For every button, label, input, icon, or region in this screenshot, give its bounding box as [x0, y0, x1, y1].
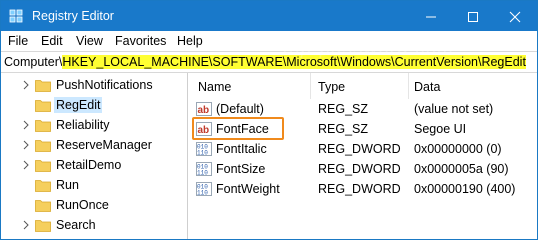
close-icon: [509, 11, 521, 23]
registry-editor-window: Registry Editor File Edit View Favorites…: [0, 0, 538, 240]
value-type: REG_DWORD: [318, 162, 401, 176]
value-row[interactable]: 010 110 FontItalic REG_DWORD 0x00000000 (…: [190, 139, 537, 159]
value-data: 0x00000000 (0): [414, 142, 502, 156]
chevron-right-icon[interactable]: [21, 80, 31, 90]
close-button[interactable]: [495, 9, 535, 27]
column-divider[interactable]: [408, 73, 409, 99]
tree-item-retaildemo[interactable]: RetailDemo: [1, 155, 187, 175]
tree-item-pushnotifications[interactable]: PushNotifications: [1, 75, 187, 95]
watermark: top-password.com: [283, 38, 455, 59]
tree-item-label: RunOnce: [56, 198, 109, 212]
svg-text:ab: ab: [198, 105, 210, 116]
fontface-callout-box: [192, 117, 284, 140]
folder-icon: [35, 200, 51, 212]
chevron-right-icon[interactable]: [21, 160, 31, 170]
folder-icon: [35, 140, 51, 152]
value-type: REG_SZ: [318, 102, 369, 116]
string-value-icon: ab: [196, 102, 212, 116]
menu-file[interactable]: File: [8, 34, 28, 48]
value-row[interactable]: 010 110 FontWeight REG_DWORD 0x00000190 (…: [190, 179, 537, 199]
registry-editor-app-icon: [9, 9, 23, 23]
column-divider[interactable]: [310, 73, 311, 99]
tree-item-label: RegEdit: [54, 97, 103, 113]
svg-text:110: 110: [197, 170, 208, 177]
value-row[interactable]: 010 110 FontSize REG_DWORD 0x0000005a (90…: [190, 159, 537, 179]
folder-icon: [35, 120, 51, 132]
folder-icon: [35, 80, 51, 92]
value-name: FontWeight: [216, 182, 280, 196]
value-name: FontSize: [216, 162, 266, 176]
folder-icon: [35, 220, 51, 232]
minimize-icon: [426, 16, 436, 18]
menu-help[interactable]: Help: [177, 34, 203, 48]
menu-favorites[interactable]: Favorites: [115, 34, 166, 48]
value-data: (value not set): [414, 102, 494, 116]
maximize-icon: [468, 12, 478, 22]
registry-key-tree: PushNotifications RegEdit Reliability Re…: [1, 73, 188, 239]
column-header-data[interactable]: Data: [414, 80, 440, 94]
address-bar[interactable]: Computer\HKEY_LOCAL_MACHINE\SOFTWARE\Mic…: [1, 51, 537, 73]
tree-item-run[interactable]: Run: [1, 175, 187, 195]
dword-value-icon: 010110: [196, 182, 212, 196]
svg-text:110: 110: [197, 150, 208, 157]
tree-item-runonce[interactable]: RunOnce: [1, 195, 187, 215]
svg-text:110: 110: [197, 190, 208, 197]
window-title: Registry Editor: [32, 9, 114, 23]
tree-item-label: Search: [56, 218, 96, 232]
value-row[interactable]: ab (Default) REG_SZ (value not set): [190, 99, 537, 119]
value-data: 0x0000005a (90): [414, 162, 509, 176]
tree-item-label: ReserveManager: [56, 138, 152, 152]
column-header-name[interactable]: Name: [198, 80, 231, 94]
dword-value-icon: 010110: [196, 142, 212, 156]
tree-item-reservemanager[interactable]: ReserveManager: [1, 135, 187, 155]
chevron-right-icon[interactable]: [21, 220, 31, 230]
chevron-right-icon[interactable]: [21, 140, 31, 150]
list-header: Name Type Data: [190, 73, 537, 99]
column-header-type[interactable]: Type: [318, 80, 345, 94]
minimize-button[interactable]: [411, 9, 451, 27]
window-controls: [407, 9, 537, 29]
value-type: REG_DWORD: [318, 142, 401, 156]
address-prefix: Computer\: [4, 55, 63, 69]
value-name: FontItalic: [216, 142, 267, 156]
dword-value-icon: 010110: [196, 162, 212, 176]
chevron-right-icon[interactable]: [21, 120, 31, 130]
tree-item-label: Run: [56, 178, 79, 192]
folder-icon: [35, 160, 51, 172]
folder-icon: [35, 100, 51, 112]
value-data: Segoe UI: [414, 122, 467, 136]
tree-item-regedit[interactable]: RegEdit: [1, 95, 187, 115]
maximize-button[interactable]: [453, 9, 493, 27]
value-type: REG_DWORD: [318, 182, 401, 196]
menu-edit[interactable]: Edit: [41, 34, 63, 48]
values-list: Name Type Data ab (Default) REG_SZ (valu…: [190, 73, 537, 239]
folder-icon: [35, 180, 51, 192]
value-name: (Default): [216, 102, 264, 116]
tree-item-label: Reliability: [56, 118, 110, 132]
menu-view[interactable]: View: [76, 34, 103, 48]
tree-item-search[interactable]: Search: [1, 215, 187, 235]
tree-item-label: RetailDemo: [56, 158, 122, 172]
tree-item-reliability[interactable]: Reliability: [1, 115, 187, 135]
value-type: REG_SZ: [318, 122, 369, 136]
menu-bar: File Edit View Favorites Help: [1, 31, 537, 51]
tree-item-label: PushNotifications: [56, 78, 153, 92]
title-bar[interactable]: Registry Editor: [1, 1, 537, 31]
value-data: 0x00000190 (400): [414, 182, 516, 196]
